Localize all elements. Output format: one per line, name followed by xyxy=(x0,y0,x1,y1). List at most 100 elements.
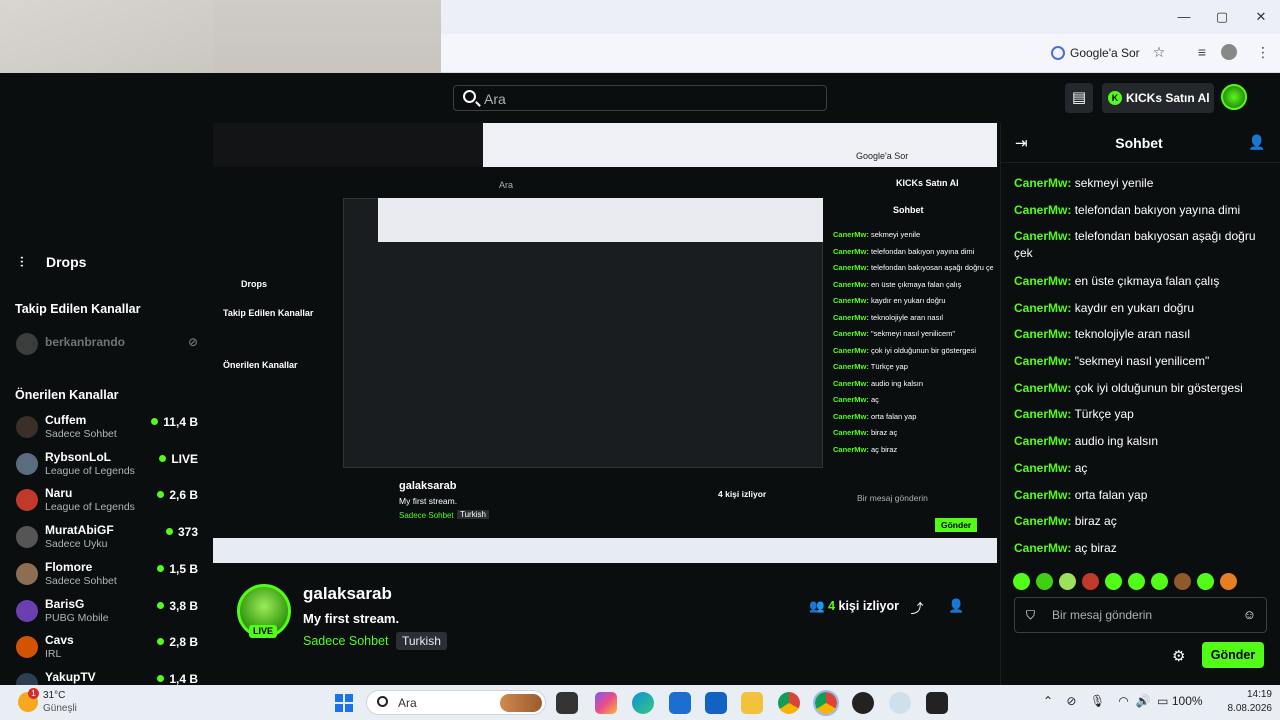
chat-username[interactable]: CanerMw: xyxy=(1014,229,1071,243)
microphone-icon[interactable]: 🎙 xyxy=(1090,694,1105,708)
bookmark-star-icon[interactable]: ☆ xyxy=(1150,43,1168,61)
chrome-icon[interactable] xyxy=(778,692,800,714)
preview-chat-user: CanerMw: xyxy=(833,362,869,371)
chat-username[interactable]: CanerMw: xyxy=(1014,274,1071,288)
app-icon[interactable] xyxy=(889,692,911,714)
chat-username[interactable]: CanerMw: xyxy=(1014,541,1071,555)
live-dot-icon xyxy=(157,491,165,499)
channel-viewers: 3,8 B xyxy=(157,599,198,613)
chat-text: biraz aç xyxy=(1074,514,1117,529)
chevron-up-icon[interactable]: ⌃ xyxy=(1043,694,1053,708)
task-view-icon[interactable] xyxy=(556,692,578,714)
search-icon xyxy=(463,90,476,103)
taskbar-search[interactable]: Ara xyxy=(366,690,546,715)
preview-chat-message: CanerMw: teknolojiyle aran nasıl xyxy=(833,313,993,322)
store-icon[interactable] xyxy=(669,692,691,714)
chat-text: Türkçe yap xyxy=(1074,407,1134,422)
weather-widget[interactable]: 1 31°C Güneşli xyxy=(18,688,138,718)
outlook-icon[interactable] xyxy=(705,692,727,714)
follow-user-icon[interactable]: 👤 xyxy=(948,598,964,614)
start-button[interactable] xyxy=(335,694,353,712)
media-control-icon[interactable]: ≡ xyxy=(1193,43,1211,61)
chat-header: ⇥ Sohbet 👤 xyxy=(1001,123,1280,163)
emoji-icon[interactable]: ☺ xyxy=(1243,607,1256,622)
network-off-icon[interactable]: ⊘ xyxy=(1066,694,1076,708)
channel-name: berkanbrando xyxy=(45,335,126,349)
chat-username[interactable]: CanerMw: xyxy=(1014,327,1071,341)
channel-viewers: LIVE xyxy=(159,452,198,466)
followed-channel[interactable]: berkanbrando ⊘ xyxy=(15,330,203,360)
chat-users-icon[interactable]: 👤 xyxy=(1248,134,1265,151)
copilot-icon[interactable] xyxy=(595,692,617,714)
chat-username[interactable]: CanerMw: xyxy=(1014,488,1071,502)
close-button[interactable]: ✕ xyxy=(1251,8,1271,26)
streamer-name[interactable]: galaksarab xyxy=(303,584,392,604)
battery-percent: 100% xyxy=(1171,694,1203,708)
chat-message: CanerMw: telefondan bakıyosan aşağı doğr… xyxy=(1014,228,1276,262)
sidebar-channel[interactable]: Cavs IRL 2,8 B xyxy=(15,633,203,663)
sidebar-channel[interactable]: Cuffem Sadece Sohbet 11,4 B xyxy=(15,413,203,443)
sidebar-channel[interactable]: RybsonLoL League of Legends LIVE xyxy=(15,450,203,480)
browse-icon[interactable]: ▤ xyxy=(1065,83,1093,113)
chat-username[interactable]: CanerMw: xyxy=(1014,514,1071,528)
live-dot-icon xyxy=(157,601,165,609)
stream-tag[interactable]: Turkish xyxy=(396,632,447,650)
sidebar-channel[interactable]: MuratAbiGF Sadece Uyku 373 xyxy=(15,523,203,553)
user-avatar[interactable] xyxy=(1221,84,1247,110)
chat-username[interactable]: CanerMw: xyxy=(1014,407,1071,421)
chat-input[interactable]: ⛉ Bir mesaj gönderin ☺ xyxy=(1014,597,1267,633)
emote-icon[interactable] xyxy=(1174,573,1191,590)
avatar xyxy=(16,333,38,355)
emote-icon[interactable] xyxy=(1105,573,1122,590)
profile-avatar-icon[interactable] xyxy=(1221,44,1237,60)
chat-username[interactable]: CanerMw: xyxy=(1014,354,1071,368)
chat-message: CanerMw: çok iyi olduğunun bir gösterges… xyxy=(1014,380,1276,397)
chat-username[interactable]: CanerMw: xyxy=(1014,381,1071,395)
live-dot-icon xyxy=(157,564,165,572)
preview-chat-user: CanerMw: xyxy=(833,395,869,404)
chat-username[interactable]: CanerMw: xyxy=(1014,434,1071,448)
emote-icon[interactable] xyxy=(1197,573,1214,590)
preview-chat-user: CanerMw: xyxy=(833,263,869,272)
stream-video[interactable]: Ara Google'a Sor KICKs Satın Al Sohbet D… xyxy=(213,123,997,563)
google-ask-button[interactable]: Google'a Sor xyxy=(1051,42,1140,64)
emote-icon[interactable] xyxy=(1082,573,1099,590)
sidebar-item-drops[interactable]: ⫶ Drops xyxy=(20,254,86,270)
volume-icon[interactable]: 🔊 xyxy=(1136,694,1151,708)
edge-icon[interactable] xyxy=(632,692,654,714)
system-tray[interactable]: ⌃ ⊘ 🎙 ◠ 🔊 ▭ 100% xyxy=(1043,694,1203,708)
epic-games-icon[interactable] xyxy=(926,692,948,714)
emote-icon[interactable] xyxy=(1013,573,1030,590)
obs-icon[interactable] xyxy=(852,692,874,714)
taskbar-search-placeholder: Ara xyxy=(398,696,417,710)
clock[interactable]: 14:19 8.08.2026 xyxy=(1222,688,1273,716)
battery-icon[interactable]: ▭ xyxy=(1157,694,1168,708)
emote-icon[interactable] xyxy=(1036,573,1053,590)
share-icon[interactable]: ⤴ xyxy=(909,598,925,616)
buy-kicks-button[interactable]: K KICKs Satın Al xyxy=(1102,83,1214,113)
stream-category-link[interactable]: Sadece Sohbet xyxy=(303,634,389,648)
emote-icon[interactable] xyxy=(1220,573,1237,590)
followed-heading: Takip Edilen Kanallar xyxy=(15,302,141,316)
sidebar-channel[interactable]: Flomore Sadece Sohbet 1,5 B xyxy=(15,560,203,590)
chat-username[interactable]: CanerMw: xyxy=(1014,461,1071,475)
send-button[interactable]: Gönder xyxy=(1202,642,1264,668)
sidebar-channel[interactable]: Naru League of Legends 2,6 B xyxy=(15,486,203,516)
chat-username[interactable]: CanerMw: xyxy=(1014,176,1071,190)
sidebar-channel[interactable]: BarisG PUBG Mobile 3,8 B xyxy=(15,597,203,627)
emote-icon[interactable] xyxy=(1059,573,1076,590)
maximize-button[interactable]: ▢ xyxy=(1212,8,1232,26)
menu-dots-icon[interactable]: ⋮ xyxy=(1254,43,1272,61)
preview-chat-message: CanerMw: en üste çıkmaya falan çalış xyxy=(833,280,993,289)
wifi-icon[interactable]: ◠ xyxy=(1118,694,1128,708)
chat-username[interactable]: CanerMw: xyxy=(1014,301,1071,315)
chrome-active-icon[interactable] xyxy=(813,690,839,716)
search-input[interactable]: Ara xyxy=(453,85,827,111)
file-explorer-icon[interactable] xyxy=(741,692,763,714)
preview-title: My first stream. xyxy=(399,496,458,506)
minimize-button[interactable]: — xyxy=(1174,8,1194,26)
emote-icon[interactable] xyxy=(1128,573,1145,590)
emote-icon[interactable] xyxy=(1151,573,1168,590)
chat-username[interactable]: CanerMw: xyxy=(1014,203,1071,217)
gear-icon[interactable]: ⚙ xyxy=(1172,647,1185,665)
